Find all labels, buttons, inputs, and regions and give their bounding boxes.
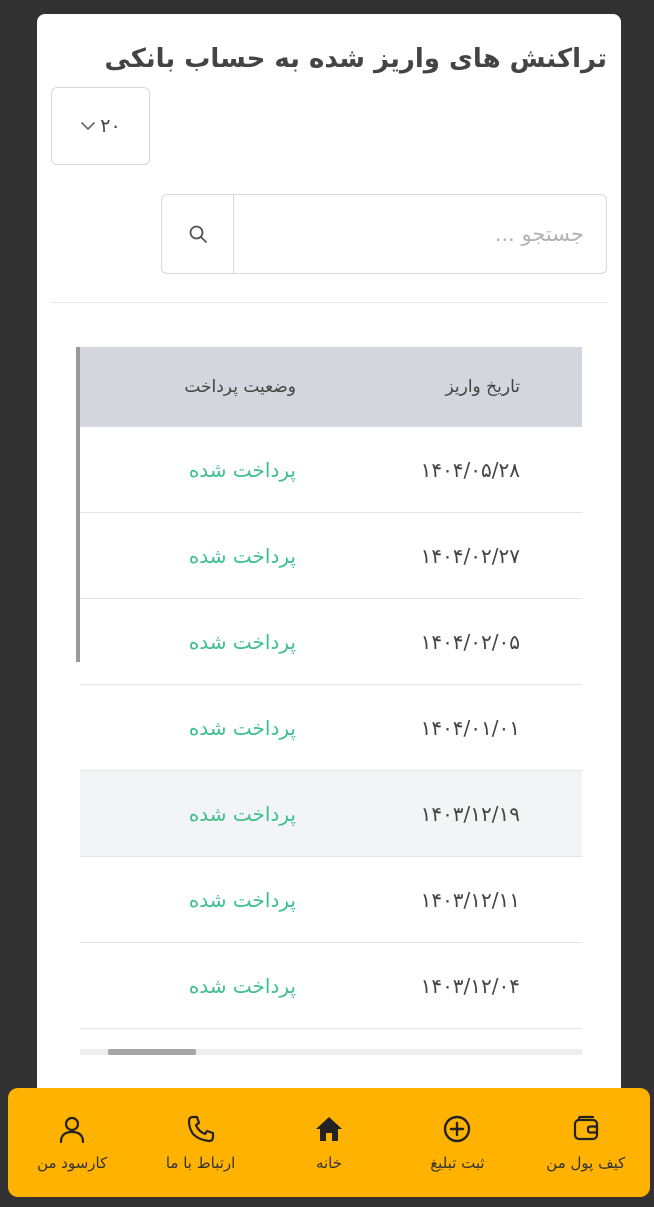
search-button[interactable]	[162, 195, 234, 273]
horizontal-scrollbar-thumb[interactable]	[108, 1049, 196, 1055]
row-date: ۱۴۰۴/۰۱/۰۱	[420, 715, 520, 740]
search-icon	[189, 225, 207, 243]
table-row: ۱۴۰۴/۰۱/۰۱ پرداخت شده	[80, 685, 582, 771]
header-status: وضعیت پرداخت	[184, 377, 296, 397]
table-row: ۱۴۰۴/۰۲/۰۵ پرداخت شده	[80, 599, 582, 685]
page-title: تراکنش های واریز شده به حساب بانکی	[104, 44, 607, 74]
bottom-navigation: کیف پول من ثبت تبلیغ خانه ارتباط با ما ک…	[8, 1088, 650, 1197]
row-date: ۱۴۰۴/۰۵/۲۸	[420, 457, 520, 482]
user-icon	[60, 1116, 85, 1143]
wallet-icon	[573, 1115, 598, 1140]
row-status: پرداخت شده	[188, 715, 296, 740]
row-status: پرداخت شده	[188, 457, 296, 482]
header-date: تاریخ واریز	[445, 377, 520, 397]
table-row: ۱۴۰۴/۰۲/۲۷ پرداخت شده	[80, 513, 582, 599]
page-size-value: ۲۰	[100, 115, 121, 137]
home-icon	[315, 1116, 342, 1141]
nav-item-wallet[interactable]: کیف پول من	[522, 1088, 650, 1197]
table-row: ۱۴۰۳/۱۲/۰۴ پرداخت شده	[80, 943, 582, 1029]
nav-label-wallet: کیف پول من	[546, 1153, 626, 1172]
table-row-hovered: ۱۴۰۳/۱۲/۱۹ پرداخت شده	[80, 771, 582, 857]
table-header: تاریخ واریز وضعیت پرداخت	[80, 347, 582, 427]
row-status: پرداخت شده	[188, 973, 296, 998]
nav-item-home[interactable]: خانه	[265, 1088, 393, 1197]
row-status: پرداخت شده	[188, 629, 296, 654]
transactions-card: تراکنش های واریز شده به حساب بانکی ۲۰ تا…	[37, 14, 621, 1104]
nav-item-add-ad[interactable]: ثبت تبلیغ	[393, 1088, 521, 1197]
chevron-down-icon	[81, 122, 96, 130]
row-date: ۱۴۰۳/۱۲/۰۴	[420, 973, 520, 998]
nav-label-profile: کارسود من	[37, 1153, 108, 1172]
table-body: تاریخ واریز وضعیت پرداخت ۱۴۰۴/۰۵/۲۸ پردا…	[80, 347, 582, 1049]
phone-icon	[187, 1115, 214, 1142]
horizontal-scrollbar[interactable]	[80, 1049, 582, 1055]
nav-item-profile[interactable]: کارسود من	[8, 1088, 136, 1197]
nav-item-contact[interactable]: ارتباط با ما	[136, 1088, 264, 1197]
nav-label-add-ad: ثبت تبلیغ	[430, 1153, 485, 1172]
row-date: ۱۴۰۳/۱۲/۱۱	[420, 887, 520, 912]
divider	[51, 302, 607, 303]
table-row-partial	[80, 1029, 582, 1049]
table-row: ۱۴۰۴/۰۵/۲۸ پرداخت شده	[80, 427, 582, 513]
page-size-select[interactable]: ۲۰	[51, 87, 150, 165]
transactions-table: تاریخ واریز وضعیت پرداخت ۱۴۰۴/۰۵/۲۸ پردا…	[76, 347, 582, 1059]
table-row: ۱۴۰۳/۱۲/۱۱ پرداخت شده	[80, 857, 582, 943]
search-input[interactable]	[234, 195, 606, 273]
plus-circle-icon	[444, 1115, 471, 1142]
row-status: پرداخت شده	[188, 801, 296, 826]
row-date: ۱۴۰۳/۱۲/۱۹	[420, 801, 520, 826]
search-bar	[161, 194, 607, 274]
nav-label-home: خانه	[315, 1153, 343, 1172]
row-date: ۱۴۰۴/۰۲/۰۵	[420, 629, 520, 654]
nav-label-contact: ارتباط با ما	[165, 1153, 236, 1172]
row-status: پرداخت شده	[188, 543, 296, 568]
row-date: ۱۴۰۴/۰۲/۲۷	[420, 543, 520, 568]
row-status: پرداخت شده	[188, 887, 296, 912]
